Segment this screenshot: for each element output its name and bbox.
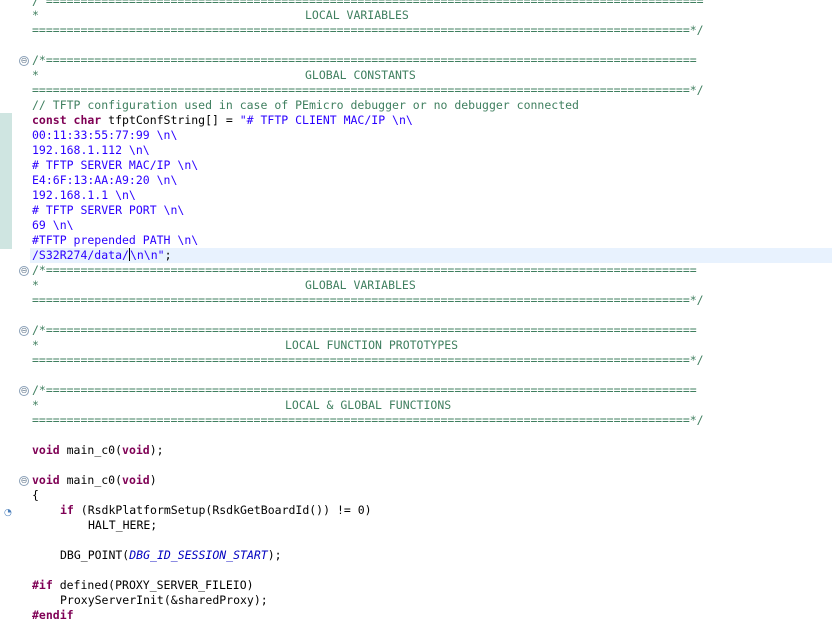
comment-star: * (32, 398, 39, 412)
code-line: ========================================… (32, 413, 704, 427)
code-text: ; (164, 248, 172, 262)
fold-toggle-icon[interactable]: ⊖ (19, 56, 29, 66)
override-marker-icon[interactable]: ◔ (4, 508, 14, 518)
code-line: /*======================================… (32, 383, 697, 397)
code-line: 00:11:33:55:77:99 \n\ (32, 128, 178, 142)
section-title: GLOBAL VARIABLES (305, 278, 416, 292)
editor-gutter (0, 0, 30, 636)
code-line: * LOCAL FUNCTION PROTOTYPES (32, 338, 458, 353)
code-text: ); (149, 443, 164, 457)
code-text: defined(PROXY_SERVER_FILEIO) (52, 578, 254, 592)
fold-toggle-icon[interactable]: ⊖ (19, 266, 29, 276)
code-line: 69 \n\ (32, 218, 74, 232)
code-text: ); (267, 548, 282, 562)
code-line: #endif (32, 608, 74, 622)
preprocessor-directive: #if (32, 578, 53, 592)
code-line: HALT_HERE; (88, 518, 158, 532)
keyword: void (32, 443, 60, 457)
code-line: 192.168.1.112 \n\ (32, 143, 150, 157)
comment-star: * (32, 278, 39, 292)
code-line: const char tfptConfString[] = "# TFTP CL… (32, 113, 413, 128)
code-line: /*======================================… (32, 323, 697, 337)
code-text: DBG_POINT( (60, 548, 130, 562)
comment-star: * (32, 8, 39, 22)
fold-toggle-icon[interactable]: ⊖ (19, 476, 29, 486)
code-line: * LOCAL VARIABLES (32, 8, 409, 23)
section-title: LOCAL & GLOBAL FUNCTIONS (285, 398, 452, 412)
code-text: ) (149, 473, 157, 487)
code-line: ========================================… (32, 83, 704, 97)
code-line: ========================================… (32, 353, 704, 367)
section-title: LOCAL VARIABLES (305, 8, 409, 22)
code-line: ProxyServerInit(&sharedProxy); (60, 593, 268, 607)
code-line: * GLOBAL VARIABLES (32, 278, 416, 293)
code-line: # TFTP SERVER MAC/IP \n\ (32, 158, 199, 172)
code-text: (RsdkPlatformSetup(RsdkGetBoardId()) != … (73, 503, 372, 517)
code-line: /*======================================… (32, 53, 697, 67)
code-text: main_c0( (59, 473, 123, 487)
fold-toggle-icon[interactable]: ⊖ (19, 326, 29, 336)
macro-constant: DBG_ID_SESSION_START (129, 548, 268, 562)
code-line: DBG_POINT(DBG_ID_SESSION_START); (60, 548, 282, 563)
keyword: void (122, 473, 150, 487)
code-line: if (RsdkPlatformSetup(RsdkGetBoardId()) … (60, 503, 372, 518)
string-literal: "# TFTP CLIENT MAC/IP \n\ (239, 113, 413, 127)
code-line: // TFTP configuration used in case of PE… (32, 98, 579, 112)
section-title: GLOBAL CONSTANTS (305, 68, 416, 82)
code-editor[interactable]: ⊖ ⊖ ⊖ ⊖ ⊖ ◔ / ==========================… (0, 0, 832, 636)
keyword: void (32, 473, 60, 487)
code-line: /*======================================… (32, 263, 697, 277)
keyword: const char (32, 113, 102, 127)
code-line-current[interactable]: /S32R274/data/\n\n"; (32, 248, 172, 263)
code-line: ========================================… (32, 23, 704, 37)
keyword: if (60, 503, 74, 517)
code-line: * LOCAL & GLOBAL FUNCTIONS (32, 398, 451, 413)
code-text: main_c0( (59, 443, 123, 457)
code-line: 192.168.1.1 \n\ (32, 188, 136, 202)
string-literal: /S32R274/data/ (32, 248, 129, 262)
code-line: void main_c0(void) (32, 473, 157, 488)
comment-star: * (32, 338, 39, 352)
code-line: #if defined(PROXY_SERVER_FILEIO) (32, 578, 254, 593)
comment-star: * (32, 68, 39, 82)
code-line: * GLOBAL CONSTANTS (32, 68, 416, 83)
fold-toggle-icon[interactable]: ⊖ (19, 386, 29, 396)
keyword: void (122, 443, 150, 457)
code-line: # TFTP SERVER PORT \n\ (32, 203, 185, 217)
code-line: E4:6F:13:AA:A9:20 \n\ (32, 173, 178, 187)
code-line: void main_c0(void); (32, 443, 164, 458)
change-indicator-bar (0, 113, 12, 249)
code-line: #TFTP prepended PATH \n\ (32, 233, 199, 247)
section-title: LOCAL FUNCTION PROTOTYPES (285, 338, 459, 352)
code-line: ========================================… (32, 293, 704, 307)
string-literal: \n\n" (129, 248, 165, 262)
code-text: tfptConfString[] = (101, 113, 240, 127)
code-line: { (32, 488, 39, 502)
